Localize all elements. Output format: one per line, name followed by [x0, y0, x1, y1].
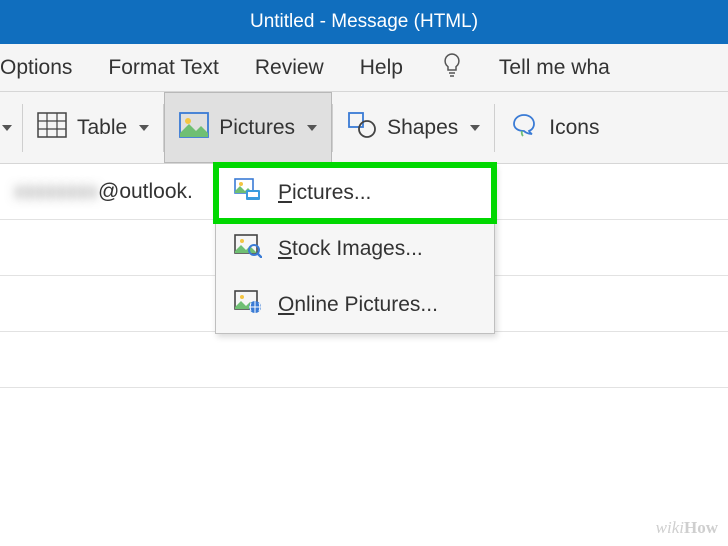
chevron-down-icon: [2, 125, 12, 131]
menu-label: Stock Images...: [278, 237, 423, 261]
tab-review[interactable]: Review: [255, 56, 324, 80]
chevron-down-icon: [307, 125, 317, 131]
tab-format-text[interactable]: Format Text: [108, 56, 218, 80]
icons-icon: [509, 111, 539, 145]
picture-globe-icon: [234, 290, 262, 320]
ribbon-tabs: Options Format Text Review Help Tell me …: [0, 44, 728, 92]
tell-me-search[interactable]: Tell me wha: [499, 56, 610, 80]
window-title: Untitled - Message (HTML): [250, 11, 478, 33]
title-bar: Untitled - Message (HTML): [0, 0, 728, 44]
picture-icon: [179, 112, 209, 144]
field-row[interactable]: [0, 332, 728, 388]
picture-device-icon: [234, 178, 262, 208]
field-row[interactable]: [0, 388, 728, 444]
ribbon-unknown-dropdown[interactable]: [0, 92, 22, 163]
shapes-button[interactable]: Shapes: [333, 92, 494, 163]
shapes-icon: [347, 111, 377, 145]
ribbon-toolbar: Table Pictures Shapes Icons: [0, 92, 728, 164]
menu-label: Online Pictures...: [278, 293, 438, 317]
pictures-label: Pictures: [219, 116, 295, 140]
pictures-button[interactable]: Pictures: [164, 92, 332, 163]
icons-button[interactable]: Icons: [495, 92, 613, 163]
picture-search-icon: [234, 234, 262, 264]
menu-item-online-pictures[interactable]: Online Pictures...: [216, 277, 494, 333]
shapes-label: Shapes: [387, 116, 458, 140]
watermark: wikiHow: [656, 518, 718, 538]
email-blurred: xxxxxxxx: [14, 180, 98, 204]
tab-options[interactable]: Options: [0, 56, 72, 80]
menu-item-pictures[interactable]: Pictures...: [216, 165, 494, 221]
email-visible: @outlook.: [98, 180, 193, 204]
tab-help[interactable]: Help: [360, 56, 403, 80]
chevron-down-icon: [470, 125, 480, 131]
lightbulb-icon: [441, 52, 463, 84]
menu-item-stock-images[interactable]: Stock Images...: [216, 221, 494, 277]
table-label: Table: [77, 116, 127, 140]
chevron-down-icon: [139, 125, 149, 131]
table-icon: [37, 112, 67, 144]
table-button[interactable]: Table: [23, 92, 163, 163]
pictures-dropdown: Pictures... Stock Images... Online Pictu…: [215, 164, 495, 334]
menu-label: Pictures...: [278, 181, 371, 205]
icons-label: Icons: [549, 116, 599, 140]
